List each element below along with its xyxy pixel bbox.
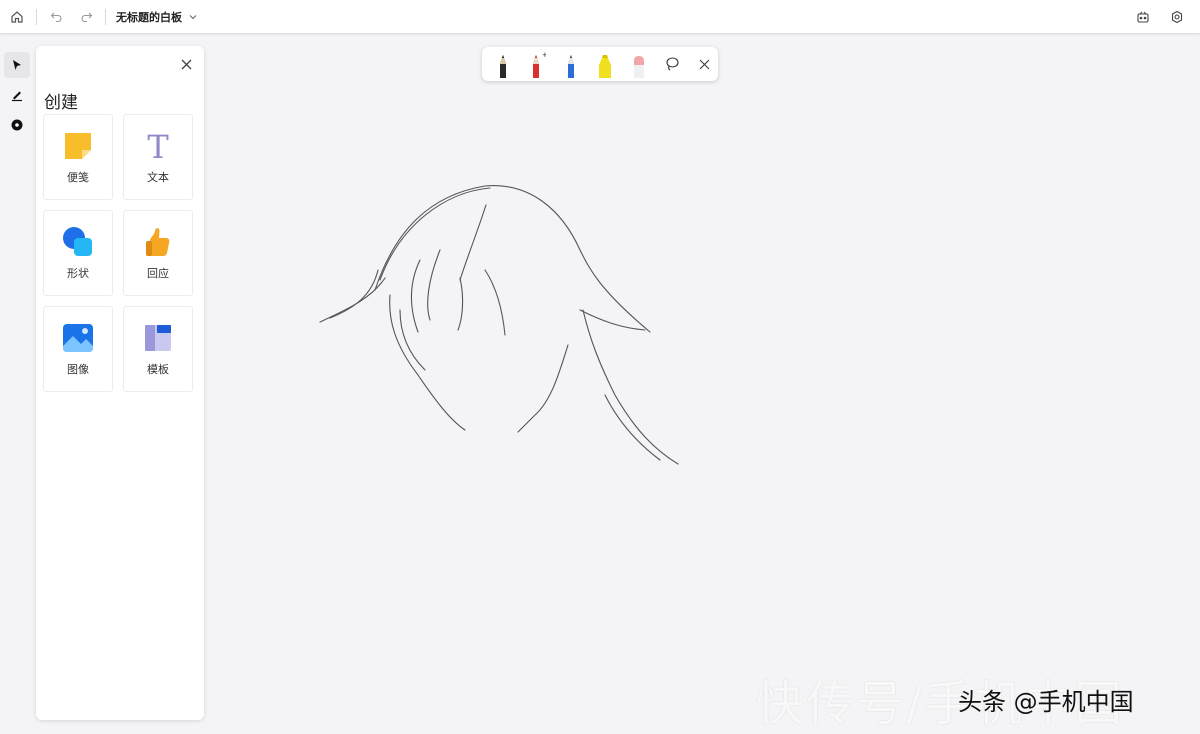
canvas-sketch[interactable]	[300, 170, 700, 480]
tile-label: 形状	[67, 267, 89, 280]
tile-label: 回应	[147, 267, 169, 280]
lasso-icon	[666, 57, 679, 71]
pen-toolbar-close-button[interactable]	[692, 52, 716, 76]
ink-tool[interactable]	[4, 112, 30, 138]
share-icon	[1137, 11, 1149, 23]
sticky-note-icon	[61, 129, 95, 163]
panel-close-button[interactable]	[176, 54, 196, 74]
select-tool[interactable]	[4, 52, 30, 78]
tile-label: 模板	[147, 363, 169, 376]
svg-text:+: +	[542, 51, 546, 59]
tool-rail	[0, 46, 34, 720]
chevron-down-icon	[189, 14, 197, 19]
create-reaction[interactable]: 回应	[123, 210, 193, 296]
pen-toolbar: +	[482, 47, 718, 81]
text-icon: T	[141, 129, 175, 163]
tile-label: 文本	[147, 171, 169, 184]
highlighter-yellow[interactable]	[592, 50, 618, 78]
shapes-icon	[61, 225, 95, 259]
settings-button[interactable]	[1162, 2, 1192, 32]
lasso-button[interactable]	[660, 52, 684, 76]
top-bar: 无标题的白板	[0, 0, 1200, 34]
ink-icon	[11, 119, 23, 131]
tile-label: 便笺	[67, 171, 89, 184]
image-icon	[61, 321, 95, 355]
settings-icon	[1171, 10, 1183, 24]
eraser[interactable]	[626, 50, 652, 78]
thumbs-up-icon	[141, 225, 175, 259]
divider	[36, 8, 37, 25]
close-icon	[181, 59, 191, 69]
divider	[105, 8, 106, 25]
pen-tool[interactable]	[4, 82, 30, 108]
share-button[interactable]	[1128, 2, 1158, 32]
create-text[interactable]: T 文本	[123, 114, 193, 200]
home-button[interactable]	[2, 2, 32, 32]
panel-title: 创建	[44, 93, 78, 113]
board-title[interactable]: 无标题的白板	[116, 9, 198, 25]
create-sticky-note[interactable]: 便笺	[43, 114, 113, 200]
undo-icon	[50, 12, 61, 23]
tile-label: 图像	[67, 363, 89, 376]
home-icon	[11, 10, 23, 23]
cursor-icon	[13, 60, 21, 70]
svg-text:T: T	[147, 130, 169, 162]
watermark-small: 头条 @手机中国	[958, 688, 1134, 716]
pen-blue[interactable]	[558, 50, 584, 78]
undo-button[interactable]	[41, 2, 71, 32]
pen-black[interactable]	[490, 50, 516, 78]
redo-button[interactable]	[71, 2, 101, 32]
create-shapes[interactable]: 形状	[43, 210, 113, 296]
create-panel: 创建 便笺 T 文本 形状 回应 图像 模板	[36, 46, 204, 720]
board-title-text: 无标题的白板	[116, 10, 182, 24]
template-icon	[141, 321, 175, 355]
pen-red[interactable]: +	[524, 50, 550, 78]
close-icon	[699, 59, 709, 69]
create-items-grid: 便笺 T 文本 形状 回应 图像 模板	[43, 114, 193, 392]
create-image[interactable]: 图像	[43, 306, 113, 392]
redo-icon	[81, 12, 92, 23]
pen-icon	[12, 91, 22, 102]
create-template[interactable]: 模板	[123, 306, 193, 392]
